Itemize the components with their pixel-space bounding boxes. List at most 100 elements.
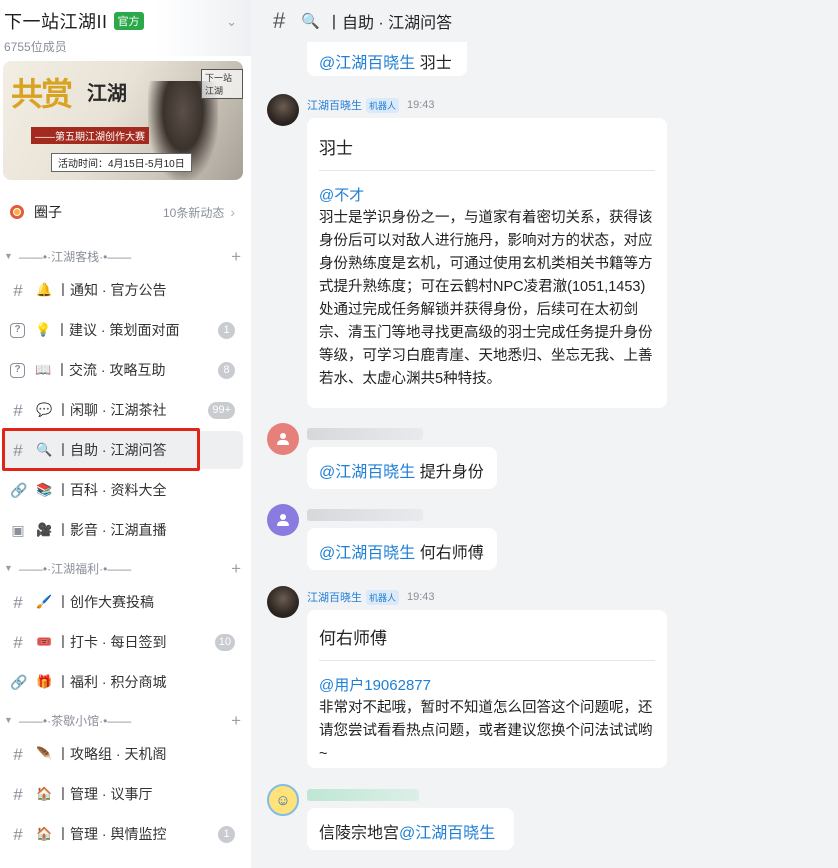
circle-icon (10, 205, 24, 219)
channel-points-mall[interactable]: 🔗 🎁 丨福利 · 积分商城 (2, 663, 243, 701)
channel-self-help[interactable]: # 🔍 丨自助 · 江湖问答 (2, 431, 243, 469)
add-channel-icon[interactable]: + (231, 560, 241, 577)
channel-contest-submission[interactable]: # 🖌️ 丨创作大赛投稿 (2, 583, 243, 621)
add-channel-icon[interactable]: + (231, 712, 241, 729)
house-icon: 🏠 (36, 786, 53, 801)
message-text: 羽士 (415, 55, 452, 72)
message-bubble[interactable]: @江湖百晓生 羽士 (307, 42, 467, 76)
guild-header[interactable]: 下一站江湖II 官方 6755位成员 ⌄ (0, 0, 251, 56)
category-tea-house[interactable]: ▼ ——•·茶歇小馆·•—— + (0, 710, 251, 730)
message-header: 江湖百晓生 机器人 19:43 (307, 97, 435, 113)
bot-avatar[interactable] (267, 586, 299, 618)
unread-badge: 1 (218, 825, 235, 843)
channel-checkin[interactable]: # 🎟️ 丨打卡 · 每日签到 10 (2, 623, 243, 661)
channel-live[interactable]: ▣ 🎥 丨影音 · 江湖直播 (2, 511, 243, 549)
member-count: 6755位成员 (4, 40, 67, 54)
user-avatar[interactable]: ☺ (267, 784, 299, 816)
message-bubble[interactable]: @江湖百晓生 何右师傅 (307, 528, 497, 570)
channel-wiki[interactable]: 🔗 📚 丨百科 · 资料大全 (2, 471, 243, 509)
chevron-down-icon[interactable]: ⌄ (226, 14, 237, 30)
circle-entry[interactable]: 圈子 10条新动态 › (0, 196, 251, 228)
ticket-icon: 🎟️ (36, 634, 53, 649)
channel-name: 丨自助 · 江湖问答 (56, 442, 167, 458)
link-icon: 🔗 (10, 674, 28, 690)
card-title: 何右师傅 (319, 624, 655, 661)
live-channel-icon: ▣ (11, 522, 25, 538)
channel-name: 丨百科 · 资料大全 (56, 482, 167, 498)
message-time: 19:43 (407, 591, 435, 603)
channel-name: 丨通知 · 官方公告 (56, 282, 167, 298)
message-bubble[interactable]: @江湖百晓生 提升身份 (307, 447, 497, 489)
hash-icon: # (273, 8, 286, 33)
hash-icon: # (13, 400, 23, 420)
card-body: 羽士是学识身份之一，与道家有着密切关系，获得该身份后可以对敌人进行施丹，影响对方… (319, 210, 653, 387)
event-banner[interactable]: 共赏 江湖 下一站江湖 ——第五期江湖创作大赛 活动时间：4月15日-5月10日 (3, 61, 243, 180)
locked-hash-icon: # (13, 744, 23, 764)
banner-title-right: 江湖 (87, 81, 127, 105)
channel-admin-monitor[interactable]: # 🏠 丨管理 · 舆情监控 1 (2, 815, 243, 853)
channel-title: 丨自助 · 江湖问答 (325, 15, 453, 32)
link-icon: 🔗 (10, 482, 28, 498)
category-label: ——•·江湖福利·•—— (18, 561, 132, 576)
caret-down-icon: ▼ (4, 563, 13, 573)
category-jianghu-inn[interactable]: ▼ ——•·江湖客栈·•—— + (0, 246, 251, 266)
channel-chat[interactable]: # 💬 丨闲聊 · 江湖茶社 99+ (2, 391, 243, 429)
bot-avatar[interactable] (267, 94, 299, 126)
mention-link[interactable]: @江湖百晓生 (319, 55, 415, 72)
mention-link[interactable]: @江湖百晓生 (319, 464, 415, 481)
message-bubble[interactable]: 信陵宗地宫@江湖百晓生 (307, 808, 514, 850)
unread-badge: 8 (218, 361, 235, 379)
question-channel-icon: ? (10, 362, 25, 378)
channel-name: 丨攻略组 · 天机阁 (56, 746, 167, 762)
guild-name: 下一站江湖II (4, 12, 108, 32)
channel-name: 丨福利 · 积分商城 (56, 674, 167, 690)
channel-name: 丨管理 · 舆情监控 (56, 826, 167, 842)
banner-logo: 下一站江湖 (201, 69, 243, 99)
sender-name[interactable]: 江湖百晓生 (307, 589, 362, 605)
add-channel-icon[interactable]: + (231, 248, 241, 265)
feather-icon: 🪶 (36, 746, 53, 761)
bot-answer-card[interactable]: 羽士 @不才 羽士是学识身份之一，与道家有着密切关系，获得该身份后可以对敌人进行… (307, 118, 667, 408)
user-icon (277, 433, 289, 445)
gift-icon: 🎁 (36, 674, 53, 689)
user-avatar[interactable] (267, 423, 299, 455)
bell-icon: 🔔 (36, 282, 53, 297)
question-channel-icon: ? (10, 322, 25, 338)
message-header: 江湖百晓生 机器人 19:43 (307, 589, 435, 605)
channel-name: 丨闲聊 · 江湖茶社 (56, 402, 167, 418)
channel-name: 丨创作大赛投稿 (56, 594, 154, 610)
unread-badge: 10 (214, 633, 235, 651)
locked-hash-icon: # (13, 784, 23, 804)
channel-name: 丨打卡 · 每日签到 (56, 634, 167, 650)
channel-name: 丨建议 · 策划面对面 (55, 322, 180, 338)
unread-badge: 99+ (208, 401, 235, 419)
category-jianghu-welfare[interactable]: ▼ ——•·江湖福利·•—— + (0, 558, 251, 578)
caret-down-icon: ▼ (4, 715, 13, 725)
speech-bubble-icon: 💬 (36, 402, 53, 417)
mention-link[interactable]: @用户19062877 (319, 674, 655, 695)
channel-admin-council[interactable]: # 🏠 丨管理 · 议事厅 (2, 775, 243, 813)
mention-link[interactable]: @江湖百晓生 (319, 545, 415, 562)
official-badge: 官方 (113, 12, 144, 30)
category-label: ——•·茶歇小馆·•—— (18, 713, 132, 728)
message-time: 19:43 (407, 99, 435, 111)
sender-name[interactable]: 江湖百晓生 (307, 97, 362, 113)
blurred-username (307, 509, 423, 521)
brush-icon: 🖌️ (36, 594, 53, 609)
card-body: 非常对不起哦，暂时不知道怎么回答这个问题呢，还请您尝试看看热点问题，或者建议您换… (319, 700, 653, 762)
book-icon: 📖 (35, 362, 52, 377)
channel-suggestion[interactable]: ? 💡 丨建议 · 策划面对面 1 (2, 311, 243, 349)
channel-announcement[interactable]: # 🔔 丨通知 · 官方公告 (2, 271, 243, 309)
banner-subtitle: ——第五期江湖创作大赛 (31, 127, 149, 144)
channel-exchange[interactable]: ? 📖 丨交流 · 攻略互助 8 (2, 351, 243, 389)
mention-link[interactable]: @不才 (319, 184, 655, 205)
banner-title-left: 共赏 (11, 75, 73, 113)
bot-answer-card[interactable]: 何右师傅 @用户19062877 非常对不起哦，暂时不知道怎么回答这个问题呢，还… (307, 610, 667, 768)
mention-link[interactable]: @江湖百晓生 (399, 825, 495, 842)
channel-strategy-group[interactable]: # 🪶 丨攻略组 · 天机阁 (2, 735, 243, 773)
card-title: 羽士 (319, 134, 655, 171)
circle-new-count: 10条新动态 (162, 205, 225, 220)
blurred-username (307, 789, 419, 801)
message-text: 何右师傅 (415, 545, 484, 562)
user-avatar[interactable] (267, 504, 299, 536)
